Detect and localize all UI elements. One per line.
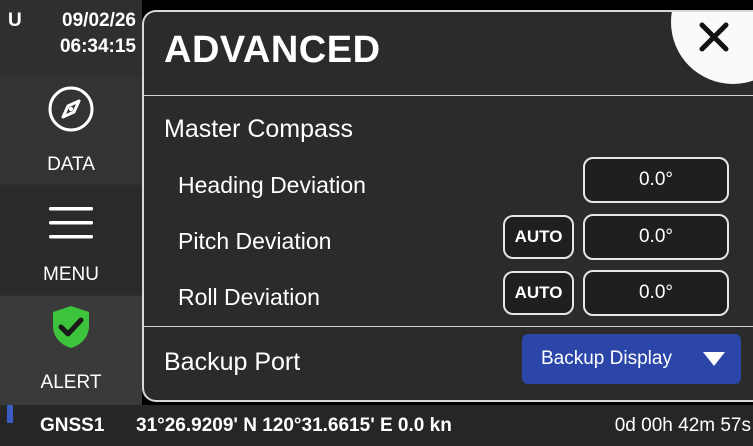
pitch-deviation-label: Pitch Deviation <box>178 228 332 254</box>
heading-deviation-label: Heading Deviation <box>178 172 366 198</box>
status-indicator <box>7 405 13 423</box>
clock-date: 09/02/26 <box>62 10 136 31</box>
roll-deviation-field[interactable]: 0.0° <box>583 270 729 316</box>
shield-check-icon <box>46 302 96 352</box>
clock-display: U 09/02/26 06:34:15 <box>0 0 142 76</box>
status-bar: GNSS1 31°26.9209' N 120°31.6615' E 0.0 k… <box>0 405 753 446</box>
hamburger-menu-icon <box>46 198 96 248</box>
clock-time: 06:34:15 <box>59 36 136 57</box>
advanced-panel: ADVANCED Master Compass Heading Deviatio… <box>142 10 753 402</box>
clock-mode: U <box>8 10 22 31</box>
page-title: ADVANCED <box>164 29 381 71</box>
data-button[interactable]: DATA <box>0 76 142 184</box>
pitch-deviation-field[interactable]: 0.0° <box>583 214 729 260</box>
panel-header: ADVANCED <box>144 12 753 96</box>
master-compass-heading: Master Compass <box>164 115 353 143</box>
alert-button[interactable]: ALERT <box>0 296 142 405</box>
backup-port-value: Backup Display <box>541 348 672 369</box>
heading-deviation-field[interactable]: 0.0° <box>583 157 729 203</box>
backup-port-label: Backup Port <box>164 348 301 376</box>
pitch-auto-button[interactable]: AUTO <box>503 215 574 259</box>
caret-down-icon <box>703 352 725 366</box>
menu-button[interactable]: MENU <box>0 186 142 294</box>
alert-label: ALERT <box>40 372 102 393</box>
roll-deviation-label: Roll Deviation <box>178 284 320 310</box>
sidebar: U 09/02/26 06:34:15 DATA MENU ALERT <box>0 0 142 405</box>
gnss-source: GNSS1 <box>40 415 105 436</box>
position-readout: 31°26.9209' N 120°31.6615' E 0.0 kn <box>136 415 452 436</box>
section-divider <box>144 326 753 327</box>
backup-port-select[interactable]: Backup Display <box>522 334 741 384</box>
roll-auto-button[interactable]: AUTO <box>503 271 574 315</box>
data-label: DATA <box>47 154 95 175</box>
menu-label: MENU <box>43 264 99 285</box>
elapsed-time: 0d 00h 42m 57s <box>614 415 751 436</box>
close-button[interactable] <box>671 12 753 84</box>
compass-icon <box>46 84 96 134</box>
